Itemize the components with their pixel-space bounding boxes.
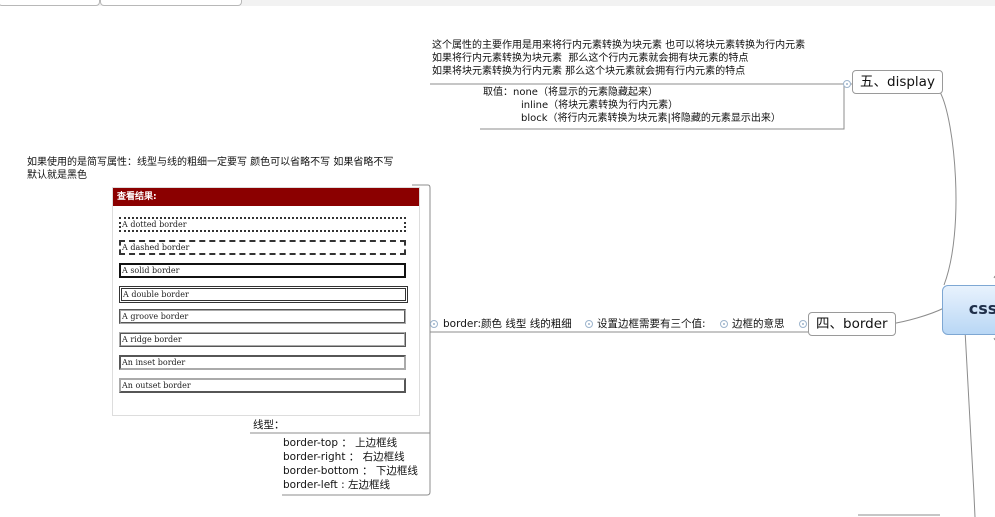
demo-groove: A groove border — [119, 309, 406, 324]
display-desc-line-3: 如果将块元素转换为行内元素 那么这个块元素就会拥有行内元素的特点 — [432, 66, 746, 77]
border-syntax: border:颜色 线型 线的粗细 — [443, 318, 572, 330]
display-values-none: 取值：none（将显示的元素隐藏起来） — [483, 87, 658, 98]
demo-header: 查看结果: — [113, 188, 419, 206]
display-values-inline: inline（将块元素转换为行内元素） — [521, 100, 679, 111]
demo-outset: An outset border — [119, 378, 406, 393]
root-topic-css[interactable]: css — [942, 285, 995, 335]
demo-solid: A solid border — [119, 263, 406, 278]
demo-dashed: A dashed border — [119, 240, 406, 255]
display-desc-line-1: 这个属性的主要作用是用来将行内元素转换为块元素 也可以将块元素转换为行内元素 — [432, 40, 806, 51]
border-styles-demo-image: 查看结果: A dotted border A dashed border A … — [112, 187, 420, 416]
border-topic[interactable]: 四、border — [808, 312, 896, 336]
border-top-item: border-top ： 上边框线 — [283, 437, 398, 449]
display-topic[interactable]: 五、display — [852, 70, 943, 94]
border-right-item: border-right ： 右边框线 — [283, 451, 405, 463]
demo-double: A double border — [119, 286, 408, 303]
meaning-dot[interactable] — [720, 320, 728, 328]
syntax-dot[interactable] — [430, 320, 438, 328]
display-values-block: block（将行内元素转换为块元素|将隐藏的元素显示出来） — [521, 113, 781, 124]
display-collapse-dot[interactable] — [843, 80, 851, 88]
display-desc-line-2: 如果将行内元素转换为块元素 那么这个行内元素就会拥有块元素的特点 — [432, 53, 749, 64]
line-type-label: 线型： — [253, 419, 285, 431]
border-collapse-dot[interactable] — [799, 320, 807, 328]
three-values-dot[interactable] — [585, 320, 593, 328]
shorthand-note-line-1: 如果使用的是简写属性：线型与线的粗细一定要写 颜色可以省略不写 如果省略不写 — [27, 157, 394, 168]
shorthand-note-line-2: 默认就是黑色 — [27, 170, 87, 181]
demo-dotted: A dotted border — [119, 217, 406, 232]
border-left-item: border-left : 左边框线 — [283, 479, 390, 491]
border-meaning: 边框的意思 — [732, 318, 785, 330]
demo-inset: An inset border — [119, 355, 406, 370]
demo-ridge: A ridge border — [119, 332, 406, 347]
border-three-values: 设置边框需要有三个值: — [597, 318, 706, 330]
border-bottom-item: border-bottom ： 下边框线 — [283, 465, 418, 477]
